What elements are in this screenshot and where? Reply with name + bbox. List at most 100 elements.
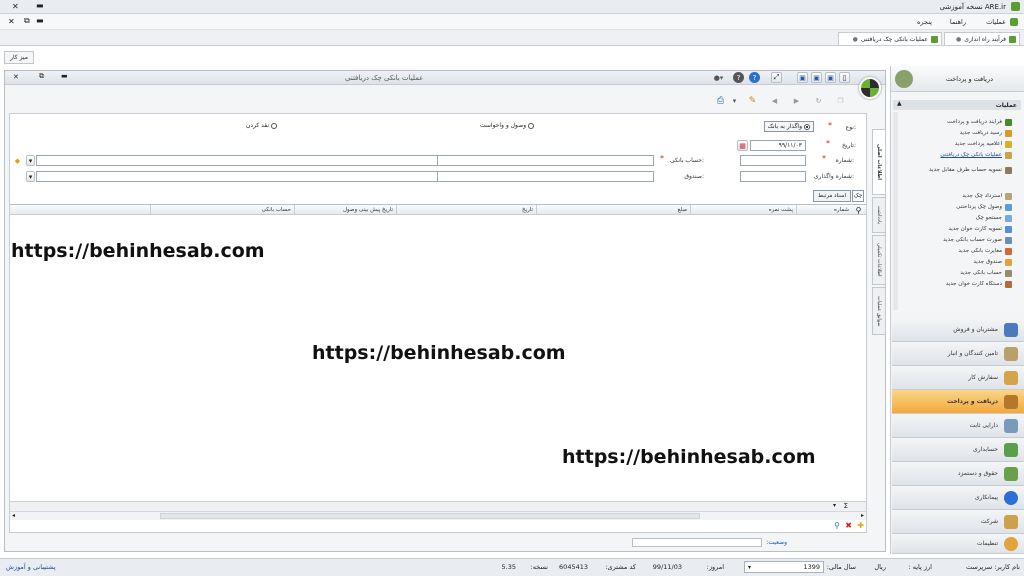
tab-bank-cheque[interactable]: عملیات بانکی چک دریافتنی ● [838, 32, 942, 45]
sidebar-item-bank-reconcile[interactable]: مغایرت بانکی جدید [896, 246, 1012, 256]
settings-icon [1004, 536, 1018, 551]
search-row-icon[interactable]: ⚲ [834, 521, 840, 530]
save-close-icon[interactable]: ▣ [811, 72, 822, 83]
form-restore-icon[interactable]: ⧉ [39, 72, 44, 81]
menu-item-operations[interactable]: عملیات [986, 18, 1006, 26]
bank-dropdown-icon[interactable]: ▾ [26, 155, 35, 166]
fit-icon[interactable]: ⤢ [771, 72, 782, 83]
forward-icon[interactable]: ▶ [791, 95, 802, 106]
help-icon[interactable]: ? [749, 72, 760, 83]
radio-cash[interactable]: نقد کردن [246, 122, 278, 129]
number-input[interactable] [740, 155, 806, 166]
nav-contracting[interactable]: پیمانکاری [892, 486, 1024, 510]
refresh-icon[interactable]: ↻ [813, 95, 824, 106]
vtab-main-info[interactable]: اطلاعات اصلی [872, 129, 886, 195]
sidebar-item-bank-cheque[interactable]: عملیات بانکی چک دریافتنی [896, 150, 1012, 160]
fund-name-input[interactable] [36, 171, 438, 182]
card-icon [1005, 225, 1012, 233]
sidebar-item-new-payment[interactable]: اعلامیه پرداخت جدید [896, 139, 1012, 149]
fiscal-year-select[interactable]: 1399 ▾ [744, 561, 824, 573]
sidebar-item-bank-statement[interactable]: صورت حساب بانکی جدید [896, 235, 1012, 245]
col-date[interactable]: تاریخ [396, 205, 536, 215]
vtab-extra-info[interactable]: اطلاعات تکمیلی [872, 235, 886, 285]
date-field[interactable]: ۹۹/۱۱/۰۳ [750, 140, 806, 151]
bank-account-code-input[interactable] [436, 155, 654, 166]
sidebar-item-new-card-reader[interactable]: دستگاه کارت خوان جدید [896, 279, 1012, 289]
menu-item-window[interactable]: پنجره [917, 18, 932, 26]
minimize-window-icon[interactable]: ⧉ [24, 16, 30, 26]
nav-accounting[interactable]: حسابداری [892, 438, 1024, 462]
menu-item-help[interactable]: راهنما [950, 18, 966, 26]
calendar-icon[interactable]: ▦ [737, 140, 748, 151]
options-icon[interactable]: ●▾ [713, 72, 724, 83]
close-icon[interactable]: ✕ [12, 2, 19, 11]
menu-logo-icon [1010, 18, 1018, 26]
form-minimize-icon[interactable]: ▬ [61, 72, 68, 80]
sidebar-item-new-bank-account[interactable]: حساب بانکی جدید [896, 268, 1012, 278]
delete-row-icon[interactable]: ✖ [845, 521, 852, 530]
nav-payroll[interactable]: حقوق و دستمزد [892, 462, 1024, 486]
grid-dropdown-icon[interactable]: ▾ [833, 502, 836, 509]
sidebar-item-cheque-collect[interactable]: وصول چک پرداختنی [896, 202, 1012, 212]
sidebar-item-cheque-return[interactable]: استرداد چک جدید [896, 191, 1012, 201]
sidebar-item-new-receipt[interactable]: رسید دریافت جدید [896, 128, 1012, 138]
statusbar: نام کاربر: سرپرست ارز پایه : ریال سال ما… [0, 558, 1024, 576]
assign-number-input[interactable] [740, 171, 806, 182]
sidebar-item-settlement[interactable]: تسویه حساب طرف مقابل جدید [896, 161, 1012, 179]
col-amount[interactable]: مبلغ [536, 205, 690, 215]
required-mark: * [828, 121, 832, 130]
minimize-icon[interactable]: ▬ [36, 1, 44, 10]
form-close-icon[interactable]: ✕ [13, 73, 19, 81]
col-number[interactable]: شماره [796, 205, 852, 215]
add-row-icon[interactable]: ✚ [857, 521, 864, 530]
print-icon[interactable]: ⎙ [715, 95, 726, 106]
nav-settings[interactable]: تنظیمات [892, 534, 1024, 554]
save-new-icon[interactable]: ▣ [797, 72, 808, 83]
radio-collect[interactable]: وصول و واخواست [480, 122, 535, 129]
sidebar-item-cheque-search[interactable]: جستجو چک [896, 213, 1012, 223]
scroll-right-icon[interactable]: ▸ [861, 512, 864, 519]
sidebar-item-payment-process[interactable]: فرآیند دریافت و پرداخت [896, 117, 1012, 127]
scroll-thumb[interactable] [160, 513, 700, 519]
grid-scrollbar[interactable]: ◂ ▸ [10, 511, 866, 520]
vtab-history[interactable]: سوابق عملیات [872, 287, 886, 335]
info-icon[interactable]: ? [733, 72, 744, 83]
support-link[interactable]: پشتیبانی و آموزش [6, 563, 56, 571]
save-icon[interactable]: ▣ [825, 72, 836, 83]
contracting-icon [1004, 490, 1018, 505]
back-icon[interactable]: ◀ [769, 95, 780, 106]
nav-receive-pay[interactable]: دریافت و پرداخت [892, 390, 1024, 414]
grid-search-icon[interactable]: ⚲ [853, 205, 864, 215]
new-icon[interactable]: ▯ [839, 72, 850, 83]
tab-close-icon[interactable]: ● [956, 36, 961, 43]
nav-work-order[interactable]: سفارش کار [892, 366, 1024, 390]
dropdown-arrow-icon[interactable]: ▾ [729, 95, 740, 106]
fund-dropdown-icon[interactable]: ▾ [26, 171, 35, 182]
nav-suppliers-warehouse[interactable]: تامین کنندگان و انبار [892, 342, 1024, 366]
radio-assign-bank[interactable]: واگذار به بانک [763, 121, 814, 132]
tab-cheque[interactable]: چک [852, 190, 864, 202]
collapse-icon[interactable]: ▲ [897, 100, 902, 107]
close-window-icon[interactable]: ✕ [8, 17, 15, 26]
copy-icon[interactable]: ❐ [835, 95, 846, 106]
tab-related-docs[interactable]: اسناد مرتبط [813, 190, 851, 202]
col-bank-account[interactable]: حساب بانکی [150, 205, 294, 215]
scroll-left-icon[interactable]: ◂ [12, 512, 15, 519]
sidebar-item-new-fund[interactable]: صندوق جدید [896, 257, 1012, 267]
tab-close-icon[interactable]: ● [853, 36, 858, 43]
tab-setup-process[interactable]: فرآیند راه اندازی ● [944, 32, 1020, 45]
bank-account-name-input[interactable] [36, 155, 438, 166]
col-back-number[interactable]: پشت نمره [690, 205, 796, 215]
nav-fixed-assets[interactable]: دارایی ثابت [892, 414, 1024, 438]
sidebar-item-card-settlement[interactable]: تسویه کارت خوان جدید [896, 224, 1012, 234]
fund-code-input[interactable] [436, 171, 654, 182]
edit-icon[interactable]: ✎ [747, 95, 758, 106]
restore-window-icon[interactable]: ▬ [36, 16, 44, 25]
app-logo-icon [1011, 2, 1020, 11]
vtab-notes[interactable]: یادداشت [872, 197, 886, 233]
desk-button[interactable]: میز کار [4, 51, 34, 64]
nav-company[interactable]: شرکت [892, 510, 1024, 534]
nav-customers-sales[interactable]: مشتریان و فروش [892, 318, 1024, 342]
required-mark: * [826, 139, 830, 148]
col-due-date[interactable]: تاریخ پیش بینی وصول [294, 205, 396, 215]
